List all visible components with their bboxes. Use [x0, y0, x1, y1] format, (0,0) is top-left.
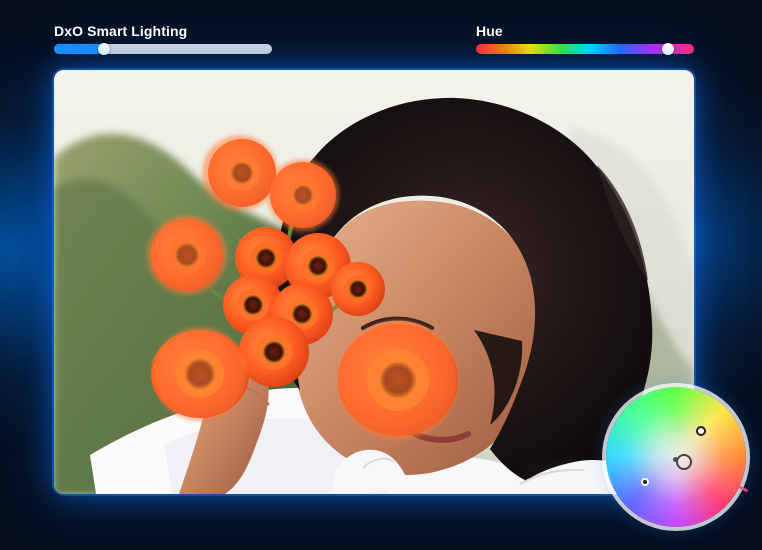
color-wheel-center-ring[interactable] [676, 454, 692, 470]
smart-lighting-slider[interactable] [54, 43, 272, 55]
hue-thumb[interactable] [661, 43, 674, 55]
hue-control: Hue [476, 23, 694, 55]
hue-label: Hue [476, 23, 503, 39]
app-canvas: DxO Smart Lighting Hue [0, 0, 762, 550]
color-wheel-icon[interactable] [606, 387, 746, 527]
hue-slider[interactable] [476, 43, 694, 55]
photo-preview[interactable] [54, 70, 694, 494]
color-wheel-point-left[interactable] [641, 478, 649, 486]
portrait-photo[interactable] [54, 70, 694, 494]
color-wheel-point-top[interactable] [696, 426, 706, 436]
smart-lighting-thumb[interactable] [98, 43, 111, 55]
color-wheel-center-dot [673, 457, 678, 462]
smart-lighting-control: DxO Smart Lighting [54, 23, 272, 55]
smart-lighting-label: DxO Smart Lighting [54, 23, 188, 39]
smart-lighting-fill [54, 44, 105, 54]
